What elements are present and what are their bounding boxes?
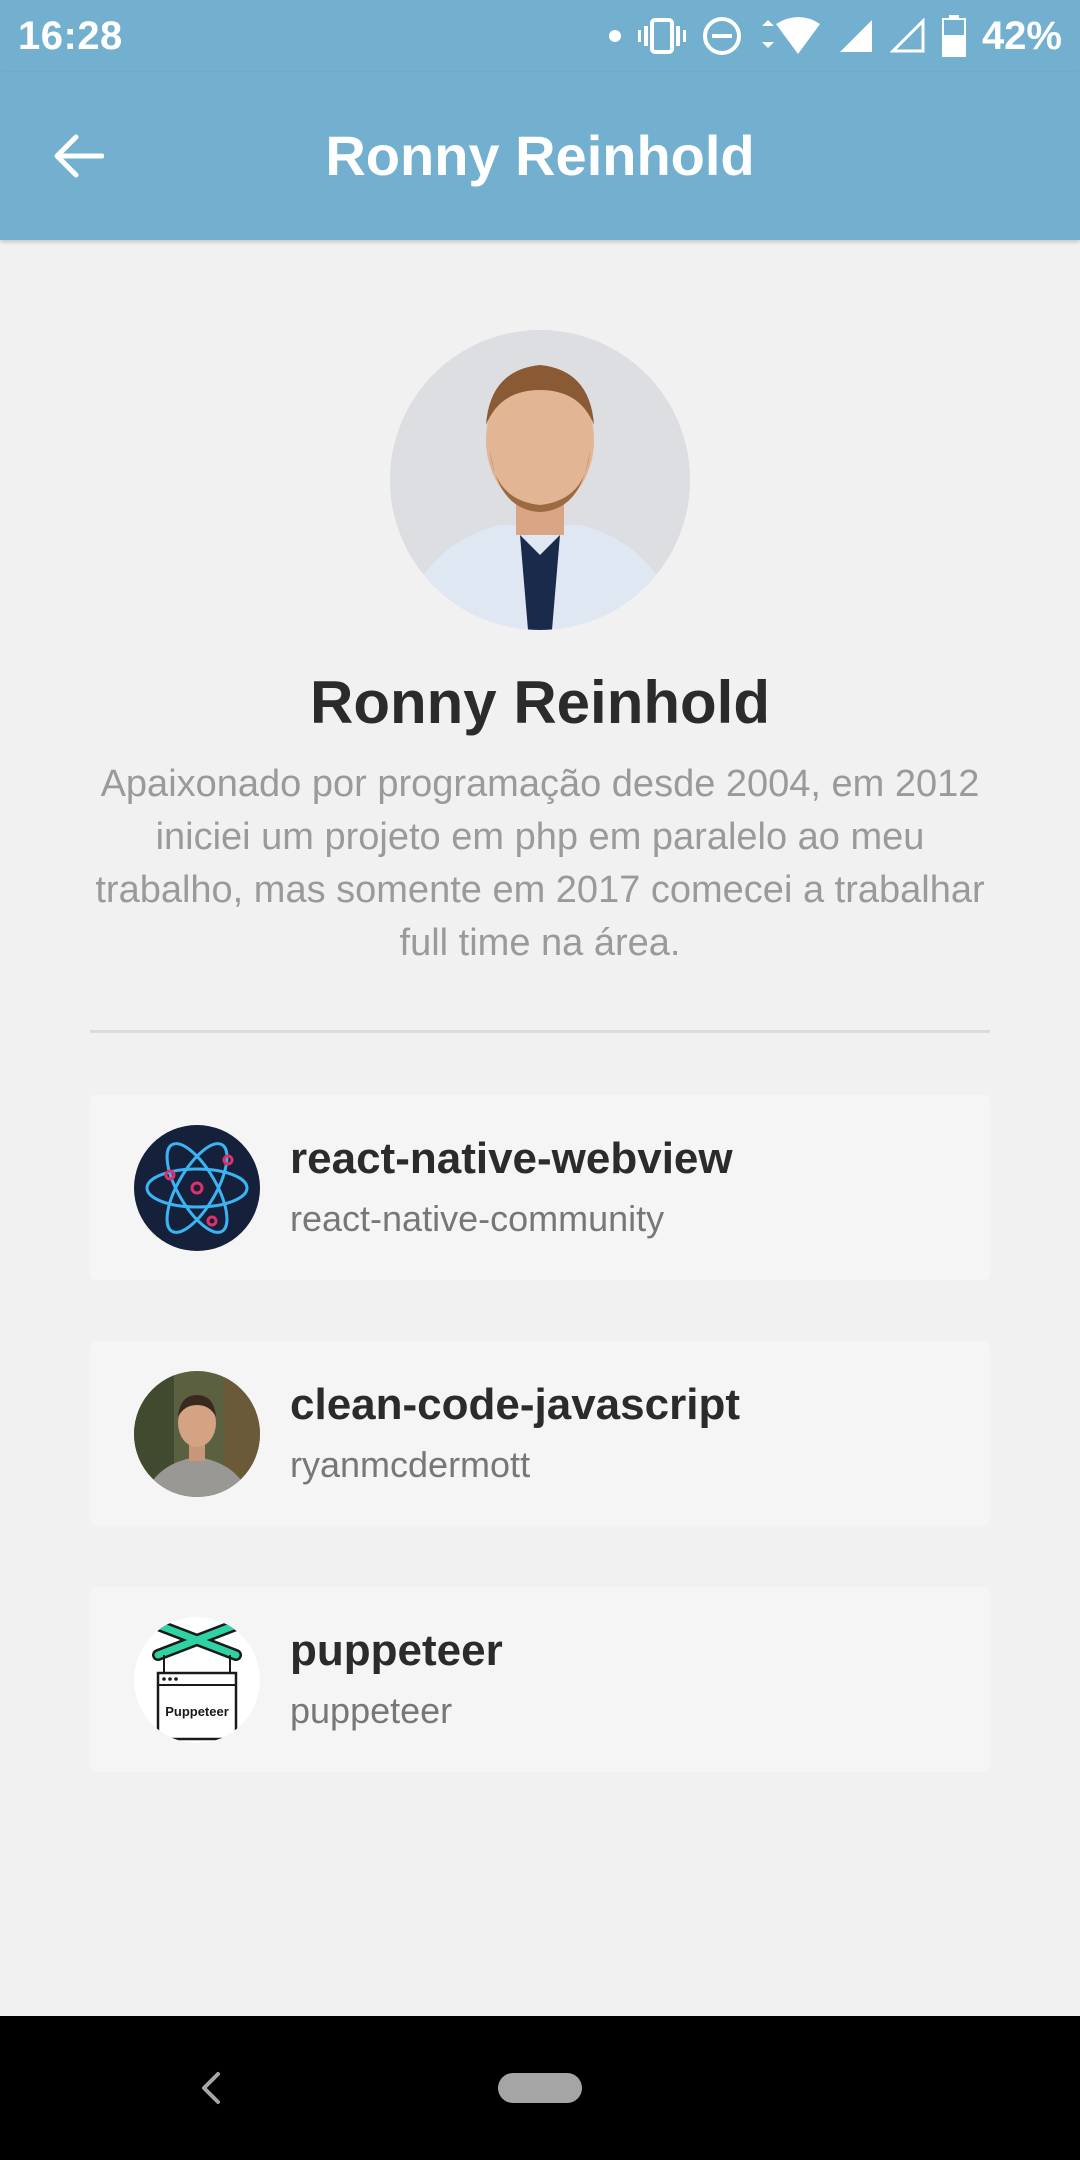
battery-percent: 42% xyxy=(981,13,1062,58)
back-button[interactable] xyxy=(50,128,106,184)
react-atom-logo xyxy=(134,1124,260,1251)
divider xyxy=(90,1030,990,1033)
signal-empty-icon xyxy=(889,18,926,54)
repo-name: puppeteer xyxy=(290,1625,503,1675)
status-icons: 42% xyxy=(608,14,1062,59)
repo-owner: ryanmcdermott xyxy=(290,1443,531,1485)
status-bar: 16:28 42% xyxy=(0,0,1080,72)
puppeteer-logo-text: Puppeteer xyxy=(165,1704,229,1719)
user-photo xyxy=(134,1370,260,1497)
repo-name: clean-code-javascript xyxy=(290,1379,740,1429)
wifi-icon xyxy=(758,16,822,56)
status-time: 16:28 xyxy=(18,13,123,58)
vibrate-icon xyxy=(637,16,686,56)
app-bar: Ronny Reinhold xyxy=(0,72,1080,240)
nav-back-icon[interactable] xyxy=(190,2066,230,2110)
signal-icon xyxy=(838,18,874,54)
arrow-left-icon xyxy=(54,134,104,178)
repo-card[interactable]: react-native-webview react-native-commun… xyxy=(90,1095,990,1280)
profile-bio: Apaixonado por programação desde 2004, e… xyxy=(95,763,985,964)
notification-dot-icon xyxy=(608,29,622,43)
system-nav-bar xyxy=(0,2016,1080,2160)
do-not-disturb-icon xyxy=(702,16,742,56)
puppeteer-logo: Puppeteer xyxy=(134,1616,260,1743)
nav-home-pill[interactable] xyxy=(498,2073,582,2103)
repo-card[interactable]: clean-code-javascript ryanmcdermott xyxy=(90,1341,990,1526)
repo-owner: react-native-community xyxy=(290,1197,665,1239)
battery-icon xyxy=(941,15,966,57)
repo-owner: puppeteer xyxy=(290,1689,453,1731)
page-title: Ronny Reinhold xyxy=(325,124,755,187)
repo-card[interactable]: Puppeteer puppeteer puppeteer xyxy=(90,1587,990,1772)
profile-name: Ronny Reinhold xyxy=(310,669,770,736)
profile-avatar xyxy=(390,330,690,630)
repo-name: react-native-webview xyxy=(290,1133,733,1183)
